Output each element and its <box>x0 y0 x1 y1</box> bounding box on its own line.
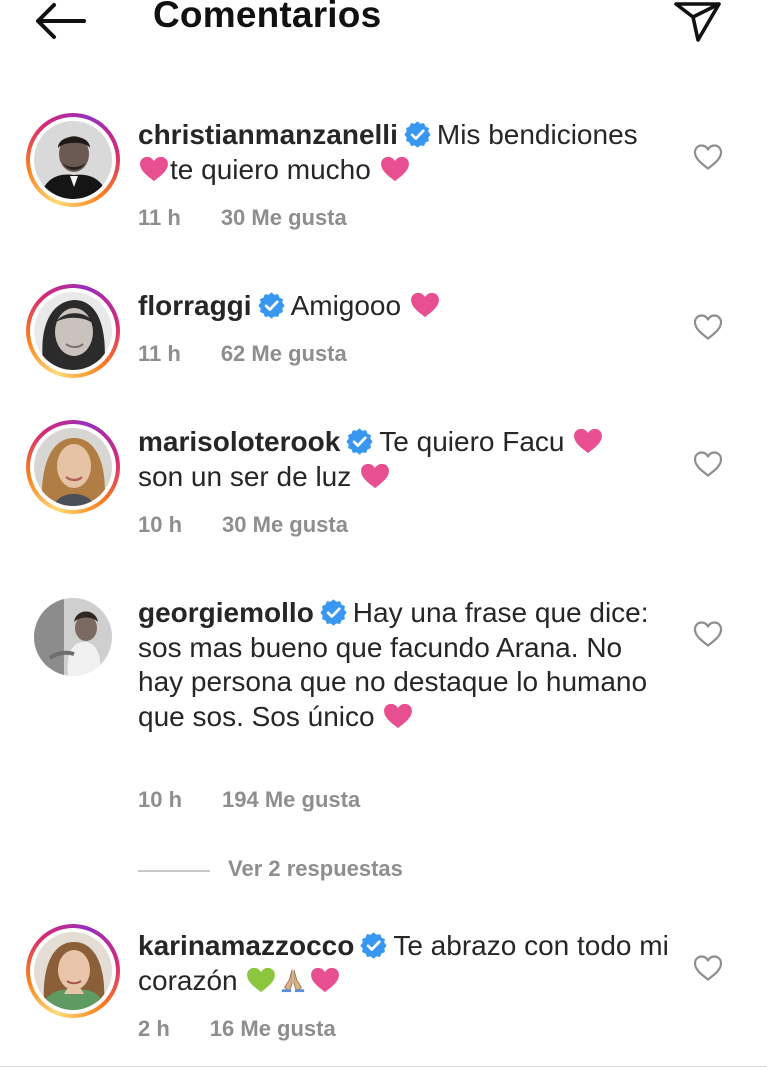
avatar[interactable] <box>26 284 120 378</box>
like-heart-icon[interactable] <box>693 313 723 341</box>
comment-meta: 10 h 30 Me gusta <box>138 512 348 538</box>
pink-heart-emoji <box>572 428 604 454</box>
comment-username[interactable]: georgiemollo <box>138 597 314 628</box>
comment-text: christianmanzanelli Mis bendiciones te qui… <box>138 118 673 187</box>
pink-heart-emoji <box>379 156 411 182</box>
comment-body: Mis bendiciones <box>436 119 638 150</box>
comment-time: 10 h <box>138 512 183 537</box>
comment-time: 11 h <box>138 341 181 366</box>
bottom-divider <box>0 1066 767 1067</box>
send-button[interactable] <box>672 0 724 44</box>
comment-time: 2 h <box>138 1016 170 1041</box>
back-arrow-icon <box>36 3 86 39</box>
comment-meta: 11 h 62 Me gusta <box>138 341 347 367</box>
pink-heart-emoji <box>382 703 414 729</box>
back-button[interactable] <box>32 0 88 42</box>
comment-text: karinamazzocco Te abrazo con todo mi cora… <box>138 929 673 998</box>
comment-likes[interactable]: 194 Me gusta <box>222 787 360 812</box>
view-replies-label: Ver 2 respuestas <box>228 856 403 881</box>
verified-badge-icon <box>404 121 431 148</box>
top-bar: Comentarios <box>0 0 767 50</box>
comment-time: 10 h <box>138 787 183 812</box>
comment-likes[interactable]: 30 Me gusta <box>221 205 347 230</box>
comment-meta: 10 h 194 Me gusta <box>138 787 360 813</box>
comment-likes[interactable]: 30 Me gusta <box>222 512 348 537</box>
comment-body: Amigooo <box>290 290 402 321</box>
comment-likes[interactable]: 62 Me gusta <box>221 341 347 366</box>
like-heart-icon[interactable] <box>693 954 723 982</box>
avatar[interactable] <box>26 924 120 1018</box>
comment-meta: 11 h 30 Me gusta <box>138 205 347 231</box>
verified-badge-icon <box>346 428 373 455</box>
comment-username[interactable]: christianmanzanelli <box>138 119 398 150</box>
green-heart-emoji <box>245 967 277 993</box>
comment-text: florraggi Amigooo <box>138 289 673 324</box>
pink-heart-emoji <box>309 967 341 993</box>
comment-text: georgiemollo Hay una frase que dice: sos … <box>138 596 673 734</box>
comment-text: marisoloterook Te quiero Facu son un ser … <box>138 425 673 494</box>
comment-body: Te quiero Facu <box>379 426 565 457</box>
pink-heart-emoji <box>359 463 391 489</box>
comment-time: 11 h <box>138 205 181 230</box>
page-title: Comentarios <box>153 0 382 35</box>
comment-body-2: te quiero mucho <box>170 153 371 185</box>
verified-badge-icon <box>258 292 285 319</box>
praying-hands-emoji <box>282 969 305 992</box>
comment-body-2: son un ser de luz <box>138 460 352 492</box>
replies-divider <box>138 870 210 872</box>
comment-likes[interactable]: 16 Me gusta <box>210 1016 336 1041</box>
like-heart-icon[interactable] <box>693 143 723 171</box>
avatar[interactable] <box>26 420 120 514</box>
pink-heart-emoji <box>409 292 441 318</box>
comment-username[interactable]: florraggi <box>138 290 252 321</box>
comment-username[interactable]: karinamazzocco <box>138 930 354 961</box>
comment-meta: 2 h 16 Me gusta <box>138 1016 336 1042</box>
pink-heart-emoji <box>138 156 170 182</box>
comment-username[interactable]: marisoloterook <box>138 426 340 457</box>
send-icon <box>674 2 721 42</box>
like-heart-icon[interactable] <box>693 620 723 648</box>
verified-badge-icon <box>320 599 347 626</box>
avatar[interactable] <box>34 598 112 676</box>
verified-badge-icon <box>360 932 387 959</box>
like-heart-icon[interactable] <box>693 450 723 478</box>
avatar[interactable] <box>26 113 120 207</box>
